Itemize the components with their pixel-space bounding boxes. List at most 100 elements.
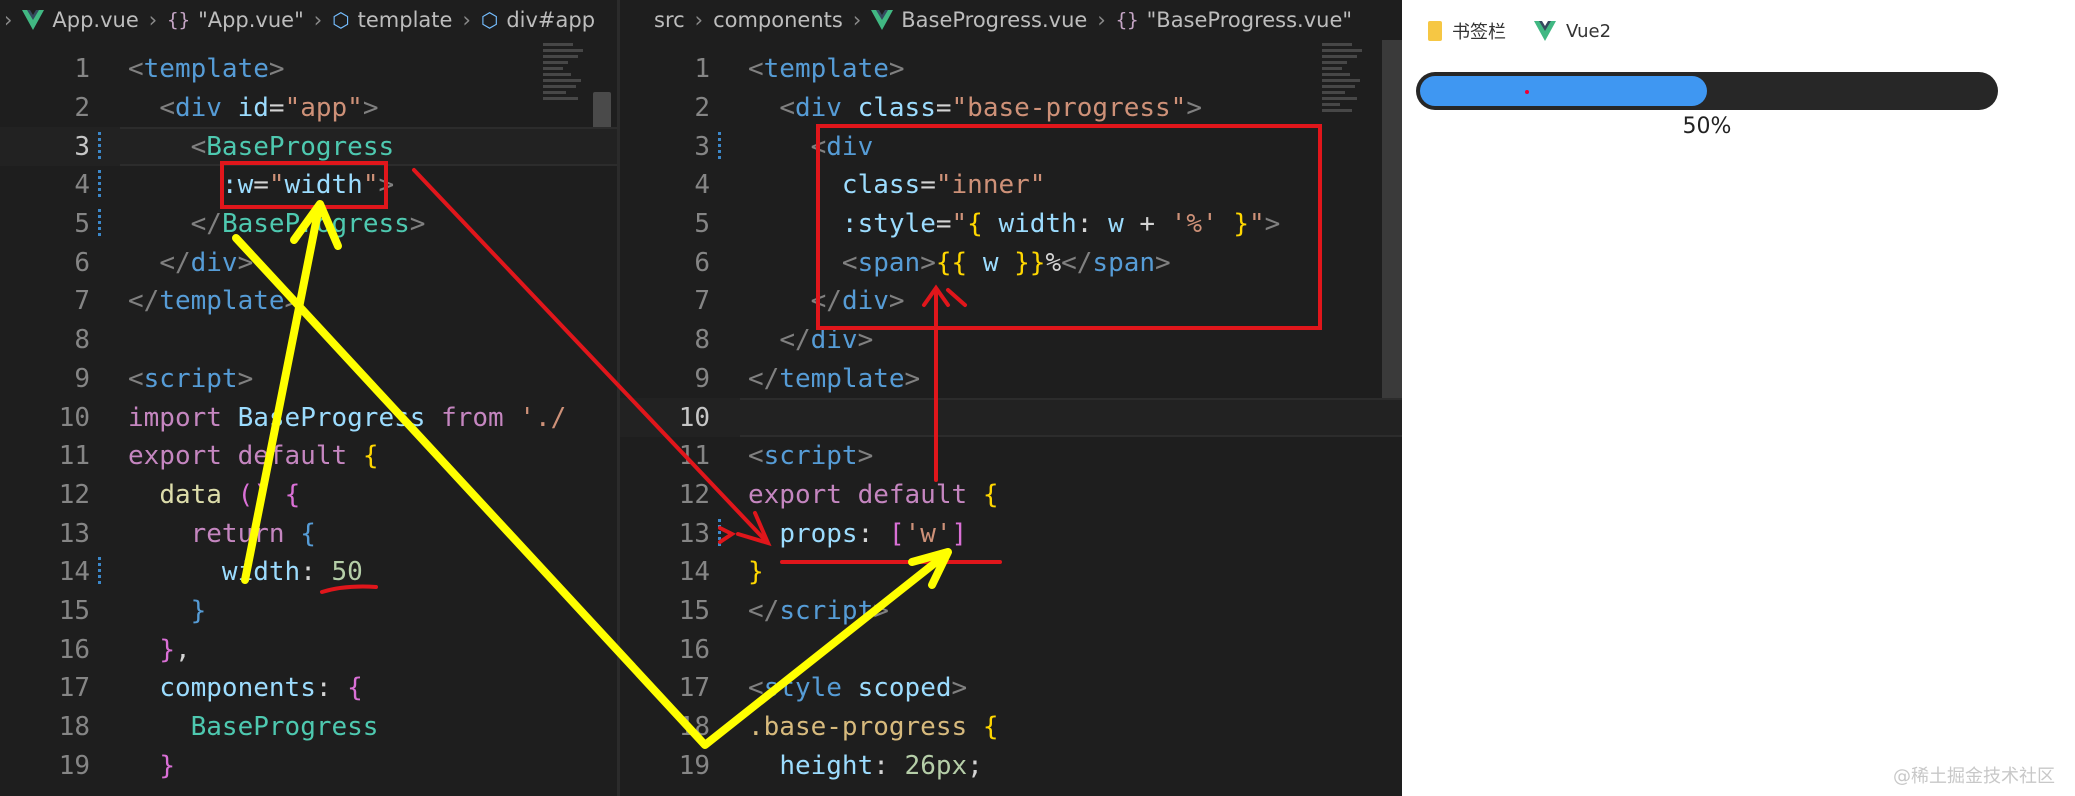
- line-number: 10: [58, 402, 90, 433]
- line-number: 1: [694, 54, 710, 85]
- bookmark-vue2[interactable]: Vue2: [1534, 21, 1611, 42]
- code-text: components: {: [159, 673, 363, 704]
- code-text: BaseProgress: [190, 712, 379, 743]
- code-text: export default {: [128, 441, 379, 472]
- code-line[interactable]: 5 </BaseProgress>: [0, 205, 617, 244]
- breadcrumb-item[interactable]: {} "App.vue": [167, 8, 304, 32]
- code-line[interactable]: 15 }: [0, 592, 617, 631]
- code-text: <style scoped>: [748, 673, 968, 704]
- line-number: 4: [74, 170, 90, 201]
- code-line[interactable]: 19 }: [0, 746, 617, 785]
- code-text: }: [159, 750, 175, 781]
- right-editor-pane[interactable]: src › components › BaseProgress.vue › {}…: [620, 0, 1402, 796]
- line-number: 1: [74, 54, 90, 85]
- chevron-right-icon: ›: [462, 8, 471, 32]
- code-line[interactable]: 6 <span>{{ w }}%</span>: [620, 243, 1402, 282]
- breadcrumb-label: "App.vue": [198, 8, 304, 32]
- code-line[interactable]: 4 :w="width">: [0, 166, 617, 205]
- code-editor[interactable]: 1 <template> 2 <div id="app"> 3 <BaseProg…: [0, 50, 617, 785]
- code-text: </script>: [748, 595, 889, 626]
- code-line[interactable]: 3 <BaseProgress: [0, 127, 617, 167]
- watermark: @稀土掘金技术社区: [1893, 766, 2055, 787]
- breadcrumb-label: App.vue: [52, 8, 139, 32]
- chevron-right-icon: ›: [148, 8, 158, 32]
- left-editor-pane[interactable]: › App.vue › {} "App.vue" › ⬡ template › …: [0, 0, 617, 796]
- line-number: 15: [58, 595, 90, 626]
- code-line[interactable]: 8: [0, 321, 617, 360]
- code-line[interactable]: 16 },: [0, 630, 617, 669]
- code-line[interactable]: 11 <script>: [620, 437, 1402, 476]
- code-line[interactable]: 18 .base-progress {: [620, 708, 1402, 747]
- code-line[interactable]: 14}: [620, 553, 1402, 592]
- code-text: class="inner": [841, 170, 1046, 201]
- code-line[interactable]: 17 components: {: [0, 669, 617, 708]
- code-line[interactable]: 15 </script>: [620, 592, 1402, 631]
- code-line[interactable]: 18 BaseProgress: [0, 708, 617, 747]
- bookmark-folder[interactable]: 书签栏: [1428, 18, 1506, 44]
- breadcrumb-item[interactable]: BaseProgress.vue: [871, 8, 1087, 32]
- breadcrumb-item[interactable]: {} "BaseProgress.vue": [1116, 8, 1352, 32]
- code-line[interactable]: 5 :style="{ width: w + '%' }">: [620, 205, 1402, 244]
- code-text: <script>: [748, 441, 874, 472]
- breadcrumb-label: "BaseProgress.vue": [1146, 8, 1353, 32]
- line-number: 18: [58, 712, 90, 743]
- code-editor[interactable]: 1 <template> 2 <div class="base-progress"…: [620, 50, 1402, 785]
- code-text: </template>: [748, 363, 921, 394]
- code-line[interactable]: 8 </div>: [620, 321, 1402, 360]
- code-line[interactable]: 3 <div: [620, 127, 1402, 166]
- line-number: 4: [694, 170, 710, 201]
- code-line[interactable]: 1 <template>: [0, 50, 617, 89]
- progress-bar: [1416, 72, 1998, 110]
- code-line[interactable]: 4 class="inner": [620, 166, 1402, 205]
- line-number: 6: [74, 247, 90, 278]
- code-line[interactable]: 6 </div>: [0, 243, 617, 282]
- code-line[interactable]: 7 </div>: [620, 282, 1402, 321]
- chevron-right-icon: ›: [4, 8, 13, 32]
- code-line[interactable]: 12 export default {: [620, 476, 1402, 515]
- line-number: 5: [694, 209, 710, 240]
- breadcrumb-item[interactable]: src: [654, 8, 685, 32]
- breadcrumb-item[interactable]: ⬡ template: [332, 8, 452, 32]
- code-text: <div: [810, 131, 874, 162]
- line-number: 3: [74, 131, 90, 162]
- line-number: 13: [678, 518, 710, 549]
- code-line[interactable]: 10 import BaseProgress from './: [0, 398, 617, 437]
- code-line[interactable]: 17 <style scoped>: [620, 669, 1402, 708]
- bookmarks-bar: 书签栏 Vue2: [1402, 0, 2075, 62]
- code-line[interactable]: 16: [620, 630, 1402, 669]
- braces-icon: {}: [1115, 9, 1139, 31]
- braces-icon: {}: [167, 9, 191, 31]
- line-number: 13: [58, 518, 90, 549]
- code-text: }: [190, 595, 207, 626]
- code-line[interactable]: 2 <div class="base-progress">: [620, 89, 1402, 128]
- breadcrumb-label: src: [654, 8, 685, 32]
- code-line[interactable]: 10: [620, 398, 1402, 437]
- code-text: :style="{ width: w + '%' }">: [841, 209, 1281, 240]
- breadcrumb-item[interactable]: components: [713, 8, 843, 32]
- breadcrumb-item[interactable]: ⬡ div#app: [481, 8, 595, 32]
- code-line[interactable]: 9 <script>: [0, 360, 617, 399]
- breadcrumb-label: components: [713, 8, 843, 32]
- code-line[interactable]: 13 return {: [0, 514, 617, 553]
- line-number: 10: [678, 402, 710, 433]
- browser-preview: 书签栏 Vue2 50% @稀土掘金技术社区: [1402, 0, 2075, 796]
- code-line[interactable]: 7 </template>: [0, 282, 617, 321]
- line-number: 19: [678, 750, 710, 781]
- code-line[interactable]: 1 <template>: [620, 50, 1402, 89]
- code-line[interactable]: 12 data () {: [0, 476, 617, 515]
- vue-icon: [1534, 21, 1556, 41]
- code-line[interactable]: 9 </template>: [620, 360, 1402, 399]
- code-line[interactable]: 2 <div id="app">: [0, 89, 617, 128]
- vue-icon: [22, 10, 45, 30]
- breadcrumb-item[interactable]: App.vue: [22, 8, 139, 32]
- code-line[interactable]: 13 props: ['w']: [620, 514, 1402, 553]
- code-text: return {: [190, 518, 316, 549]
- line-number: 2: [694, 93, 710, 124]
- line-number: 7: [694, 286, 710, 317]
- code-line[interactable]: 11 export default {: [0, 437, 617, 476]
- folder-icon: [1428, 21, 1442, 41]
- line-number: 14: [678, 557, 710, 588]
- code-line[interactable]: 19 height: 26px;: [620, 746, 1402, 785]
- code-line[interactable]: 14 width: 50: [0, 553, 617, 592]
- code-text: width: 50: [221, 557, 363, 588]
